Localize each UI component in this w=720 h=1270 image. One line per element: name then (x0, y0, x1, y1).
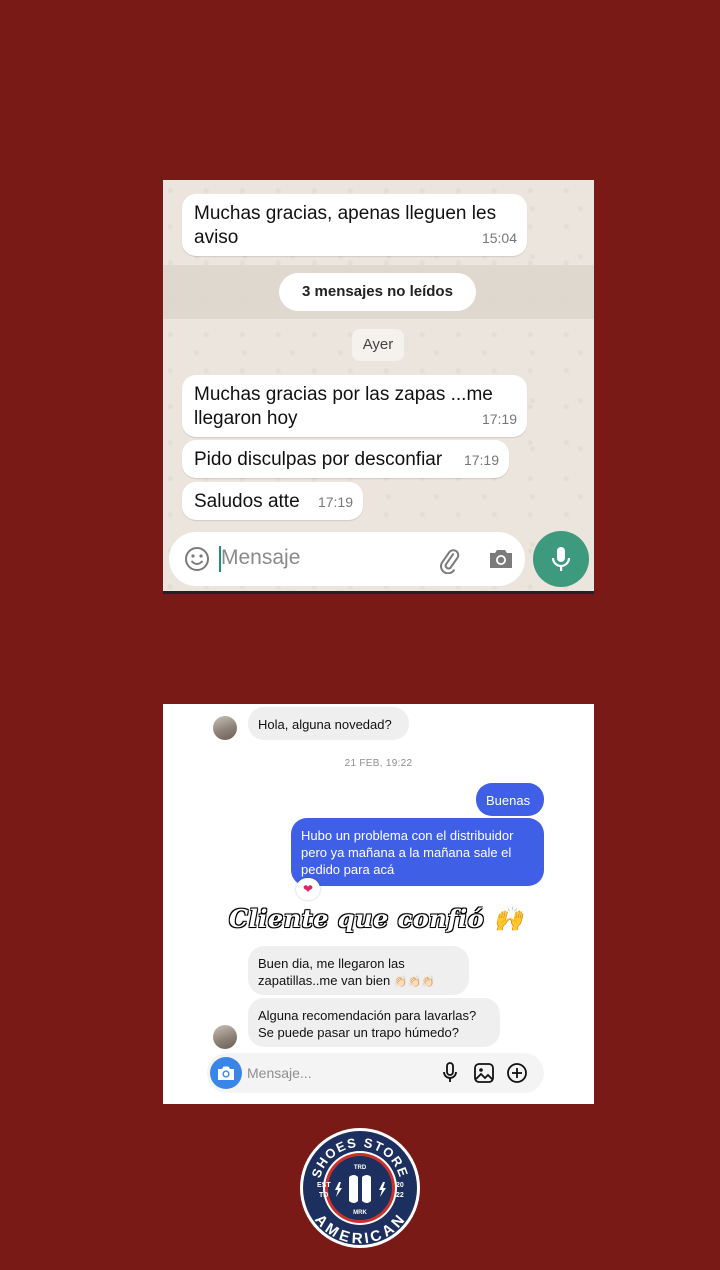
message-text-line: aviso (194, 227, 239, 248)
message-text-line: llegaron hoy (194, 408, 298, 429)
emoji-icon[interactable] (183, 545, 211, 578)
whatsapp-chat-screenshot: Muchas gracias, apenas lleguen les aviso… (163, 180, 594, 594)
heart-reaction-icon: ❤ (296, 878, 320, 900)
message-text-line: Se puede pasar un trapo húmedo? (258, 1025, 459, 1040)
logo-year-bottom: 22 (396, 1192, 404, 1199)
logo-td: TD (319, 1192, 328, 1199)
message-text-line: Buen dia, me llegaron las (258, 956, 405, 971)
microphone-icon[interactable] (441, 1062, 459, 1089)
outgoing-message: Buenas (476, 783, 544, 816)
date-separator: Ayer (352, 329, 404, 361)
camera-icon[interactable] (487, 546, 515, 577)
incoming-message: Pido disculpas por desconfiar 17:19 (182, 440, 509, 478)
avatar (213, 716, 237, 740)
message-input[interactable]: Mensaje... (247, 1065, 312, 1081)
incoming-message: Buen dia, me llegaron las zapatillas..me… (248, 946, 469, 995)
unread-messages-pill: 3 mensajes no leídos (279, 273, 476, 311)
message-text: Hola, alguna novedad? (258, 717, 392, 732)
instagram-dm-screenshot: Hola, alguna novedad? 21 FEB, 19:22 Buen… (163, 704, 594, 1104)
logo-mrk: MRK (353, 1210, 367, 1216)
message-time: 17:19 (463, 452, 499, 468)
shoes-store-american-logo: SHOES STORE AMERICAN TRD MRK EST TD 20 2… (299, 1127, 421, 1249)
camera-icon (218, 1066, 234, 1080)
gallery-icon[interactable] (473, 1062, 495, 1089)
message-text-line: pedido para acá (301, 862, 395, 877)
incoming-message: Muchas gracias, apenas lleguen les aviso… (182, 194, 527, 256)
message-input-bar[interactable]: Mensaje (169, 532, 525, 586)
clapping-emoji: 👏🏻👏🏻👏🏻 (393, 976, 435, 988)
incoming-message: Alguna recomendación para lavarlas? Se p… (248, 998, 500, 1047)
logo-trd: TRD (354, 1165, 367, 1171)
message-text-line: pero ya mañana a la mañana sale el (301, 845, 512, 860)
message-time: 15:04 (481, 230, 517, 246)
message-time: 17:19 (317, 494, 353, 510)
incoming-message: Hola, alguna novedad? (248, 707, 409, 740)
raised-hands-emoji: 🙌 (493, 904, 524, 933)
camera-button[interactable] (210, 1057, 242, 1089)
add-icon[interactable] (506, 1062, 528, 1089)
microphone-button[interactable] (533, 531, 589, 587)
avatar (213, 1025, 237, 1049)
logo-est: EST (317, 1182, 331, 1189)
caption-text: Cliente que confió (229, 904, 485, 933)
message-text-line: Alguna recomendación para lavarlas? (258, 1008, 477, 1023)
message-time: 17:19 (481, 411, 517, 427)
date-separator: 21 FEB, 19:22 (344, 758, 413, 769)
message-text: Pido disculpas por desconfiar (194, 449, 443, 470)
attach-icon[interactable] (435, 546, 463, 579)
message-text-line: zapatillas..me van bien (258, 973, 391, 988)
message-text-line: Muchas gracias por las zapas ...me (194, 384, 493, 405)
incoming-message: Muchas gracias por las zapas ...me llega… (182, 375, 527, 437)
logo-year-top: 20 (396, 1182, 404, 1189)
microphone-icon (551, 547, 571, 571)
message-input-bar[interactable]: Mensaje... (207, 1053, 544, 1093)
story-caption: Cliente que confió 🙌 (229, 904, 529, 938)
message-text-line: Muchas gracias, apenas lleguen les (194, 203, 497, 224)
message-input[interactable]: Mensaje (221, 546, 300, 570)
outgoing-message: Hubo un problema con el distribuidor per… (291, 818, 544, 886)
message-text: Buenas (486, 793, 531, 808)
message-text-line: Hubo un problema con el distribuidor (301, 828, 514, 843)
incoming-message: Saludos atte 17:19 (182, 482, 363, 520)
